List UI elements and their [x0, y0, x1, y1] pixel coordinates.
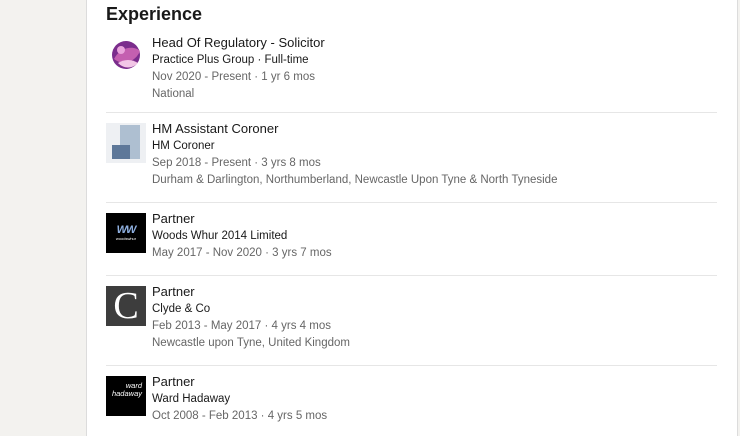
ward-hadaway-logo[interactable]: ward hadaway: [106, 376, 146, 416]
hm-coroner-logo[interactable]: [106, 123, 146, 163]
job-title[interactable]: HM Assistant Coroner: [152, 120, 717, 138]
clyde-and-co-logo[interactable]: C: [106, 286, 146, 326]
company-name: Practice Plus Group · Full-time: [152, 54, 309, 66]
divider: [106, 365, 717, 366]
job-title[interactable]: Partner: [152, 210, 717, 228]
location: National: [152, 88, 195, 100]
company-name: Woods Whur 2014 Limited: [152, 230, 288, 242]
date-range: Sep 2018 - Present · 3 yrs 8 mos: [152, 157, 321, 169]
woods-whur-logo[interactable]: WW woodswhur: [106, 213, 146, 253]
date-range: Nov 2020 - Present · 1 yr 6 mos: [152, 71, 315, 83]
date-range: Feb 2013 - May 2017 · 4 yrs 4 mos: [152, 320, 331, 332]
location: Durham & Darlington, Northumberland, New…: [152, 174, 558, 186]
date-range: Oct 2008 - Feb 2013 · 4 yrs 5 mos: [152, 410, 328, 422]
location: Newcastle upon Tyne, United Kingdom: [152, 337, 350, 349]
job-title[interactable]: Partner: [152, 373, 717, 391]
company-name: Clyde & Co: [152, 303, 211, 315]
section-title: Experience: [106, 4, 203, 24]
company-name: HM Coroner: [152, 140, 215, 152]
divider: [106, 275, 717, 276]
experience-card: Experience Head Of Regulatory - Solicito…: [86, 0, 738, 436]
divider: [106, 112, 717, 113]
company-name: Ward Hadaway: [152, 393, 231, 405]
date-range: May 2017 - Nov 2020 · 3 yrs 7 mos: [152, 247, 332, 259]
divider: [106, 202, 717, 203]
job-title[interactable]: Head Of Regulatory - Solicitor: [152, 34, 717, 52]
practice-plus-group-logo[interactable]: [106, 37, 146, 77]
job-title[interactable]: Partner: [152, 283, 717, 301]
